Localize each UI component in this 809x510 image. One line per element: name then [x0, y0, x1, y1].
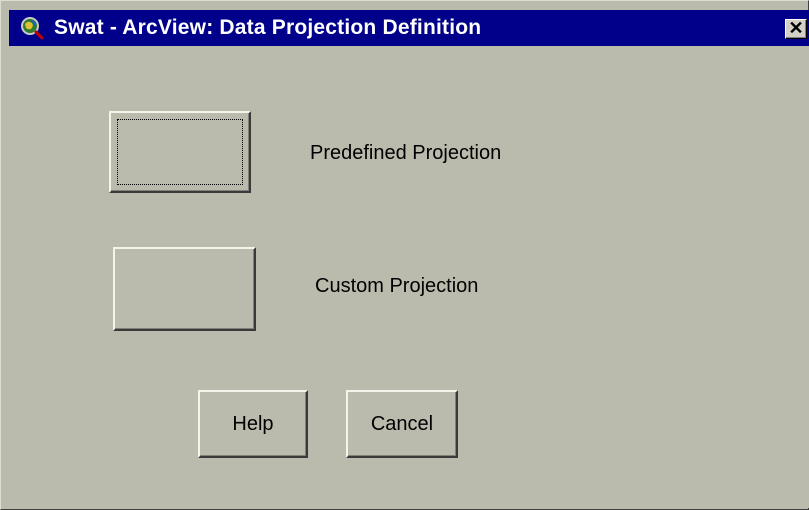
window-title: Swat - ArcView: Data Projection Definiti…	[54, 16, 482, 39]
focus-indicator	[117, 119, 243, 185]
title-bar[interactable]: Swat - ArcView: Data Projection Definiti…	[9, 10, 809, 46]
predefined-projection-button[interactable]	[109, 111, 251, 193]
help-button[interactable]: Help	[198, 390, 308, 458]
close-button[interactable]: ✕	[785, 19, 807, 39]
close-icon: ✕	[788, 18, 804, 38]
custom-projection-button[interactable]	[113, 247, 256, 331]
arcview-globe-icon	[21, 17, 44, 40]
dialog-content: Predefined Projection Custom Projection …	[9, 46, 809, 508]
custom-projection-label: Custom Projection	[315, 275, 479, 297]
cancel-button[interactable]: Cancel	[346, 390, 458, 458]
predefined-projection-label: Predefined Projection	[310, 142, 502, 164]
dialog-window: Swat - ArcView: Data Projection Definiti…	[0, 0, 809, 510]
